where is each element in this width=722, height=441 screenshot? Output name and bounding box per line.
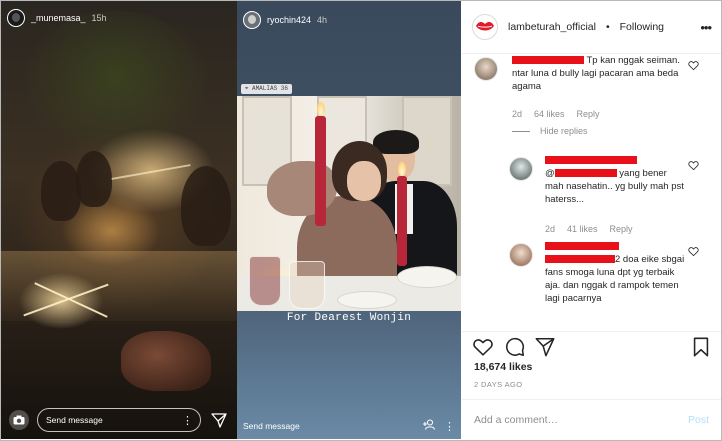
commenter-avatar[interactable] [474, 57, 498, 81]
avatar[interactable] [472, 14, 498, 40]
heart-icon[interactable] [688, 246, 699, 257]
story-time: 15h [91, 13, 107, 23]
camera-icon[interactable] [9, 410, 29, 430]
post-comment-button[interactable]: Post [688, 414, 709, 426]
send-message-input[interactable]: Send message ⋮ [37, 408, 201, 432]
story-left-header: _munemasa_ 15h [7, 9, 107, 27]
story-caption: For Dearest Wonjin [286, 312, 412, 324]
avatar[interactable] [7, 9, 25, 27]
separator-dot: • [605, 21, 610, 33]
story-left-person [76, 151, 112, 207]
commenter-avatar[interactable] [509, 243, 533, 267]
redacted-mention [545, 255, 615, 264]
heart-icon[interactable] [688, 160, 699, 171]
candle-flame [317, 102, 325, 116]
story-left-person [41, 161, 81, 221]
post-panel: lambeturah_official • Following ••• Tp k… [462, 1, 721, 439]
story-time: 4h [317, 15, 328, 25]
comment-item: Tp kan nggak seiman. ntar luna d bully l… [462, 54, 721, 144]
following-button[interactable]: Following [620, 21, 664, 33]
comment-likes[interactable]: 41 likes [567, 224, 598, 234]
send-message-placeholder: Send message [46, 415, 103, 425]
direct-send-icon[interactable] [209, 410, 229, 430]
comment-meta: 2d 64 likes Reply [512, 109, 600, 119]
likes-count[interactable]: 18,674 likes [474, 361, 532, 373]
comment-bubble-icon[interactable] [504, 336, 526, 358]
story-username[interactable]: ryochin424 [267, 15, 311, 25]
share-send-icon[interactable] [534, 336, 556, 358]
comments-list: Tp kan nggak seiman. ntar luna d bully l… [462, 54, 721, 329]
comment-likes[interactable]: 64 likes [534, 109, 565, 119]
story-left-footer: Send message ⋮ [1, 401, 237, 439]
comment-text-suffix: 2 doa [615, 254, 639, 265]
redacted-mention [554, 169, 617, 178]
comment-age: 2d [512, 109, 523, 119]
comment-meta: 2d 41 likes Reply [545, 224, 633, 234]
dress-bow [267, 161, 337, 216]
light-flare [111, 164, 191, 180]
commenter-avatar[interactable] [509, 157, 533, 181]
reply-button[interactable]: Reply [577, 109, 600, 119]
story-left-person [181, 166, 231, 246]
wine-glass [249, 256, 281, 306]
reply-item: @ yang bener mah nasehatin.. yg bully ma… [462, 154, 721, 244]
story-left-foliage [21, 11, 211, 161]
woman-face [347, 161, 381, 201]
comment-text-block: 2 doa eike sbgai fans smoga luna dpt yg … [545, 240, 685, 305]
comment-text-block: Tp kan nggak seiman. ntar luna d bully l… [512, 54, 697, 93]
hide-replies-label: Hide replies [540, 126, 588, 136]
red-candle [397, 176, 407, 266]
heart-icon[interactable] [688, 60, 699, 71]
more-options-icon[interactable]: ⋮ [182, 414, 193, 427]
story-middle-footer: Send message ⋮ [237, 413, 461, 439]
mention-prefix: @ [545, 168, 555, 179]
reply-button[interactable]: Reply [610, 224, 633, 234]
story-left[interactable]: _munemasa_ 15h Send message ⋮ [1, 1, 237, 439]
story-middle-photo [237, 96, 461, 311]
location-tag-text: AMALIAS 36 [251, 85, 288, 92]
story-left-hand [121, 331, 211, 391]
like-heart-icon[interactable] [472, 336, 494, 358]
add-comment-input[interactable]: Add a comment… [474, 414, 558, 426]
location-tag[interactable]: ⌖ AMALIAS 36 [241, 84, 292, 94]
hide-replies-line [512, 130, 530, 132]
avatar[interactable] [243, 11, 261, 29]
comment-age: 2d [545, 224, 556, 234]
story-username[interactable]: _munemasa_ [31, 13, 86, 23]
add-person-icon[interactable] [422, 417, 436, 435]
plate [397, 266, 457, 288]
reply-item: 2 doa eike sbgai fans smoga luna dpt yg … [462, 240, 721, 329]
post-date: 2 DAYS AGO [474, 380, 523, 389]
red-candle [315, 116, 326, 226]
story-middle[interactable]: ryochin424 4h ⌖ AMALIAS 36 For Dearest W… [237, 1, 461, 439]
comment-text-block: @ yang bener mah nasehatin.. yg bully ma… [545, 154, 685, 206]
wine-glass [289, 261, 325, 309]
more-options-icon[interactable]: ••• [700, 20, 712, 35]
plate [337, 291, 397, 309]
redacted-username [545, 156, 637, 165]
redacted-username [545, 242, 619, 251]
bookmark-icon[interactable] [690, 336, 712, 358]
candle-flame [398, 162, 406, 176]
more-options-icon[interactable]: ⋮ [444, 420, 455, 433]
hide-replies-button[interactable]: Hide replies [512, 126, 588, 136]
send-message-input[interactable]: Send message [243, 421, 300, 431]
story-middle-actions: ⋮ [422, 417, 455, 435]
redacted-username [512, 56, 584, 65]
post-header: lambeturah_official • Following ••• [462, 1, 721, 54]
add-comment-bar: Add a comment… Post [462, 399, 721, 439]
post-username[interactable]: lambeturah_official [508, 21, 596, 33]
post-actions [462, 331, 721, 359]
story-middle-header: ryochin424 4h [243, 11, 327, 29]
lips-logo-icon [476, 22, 494, 31]
